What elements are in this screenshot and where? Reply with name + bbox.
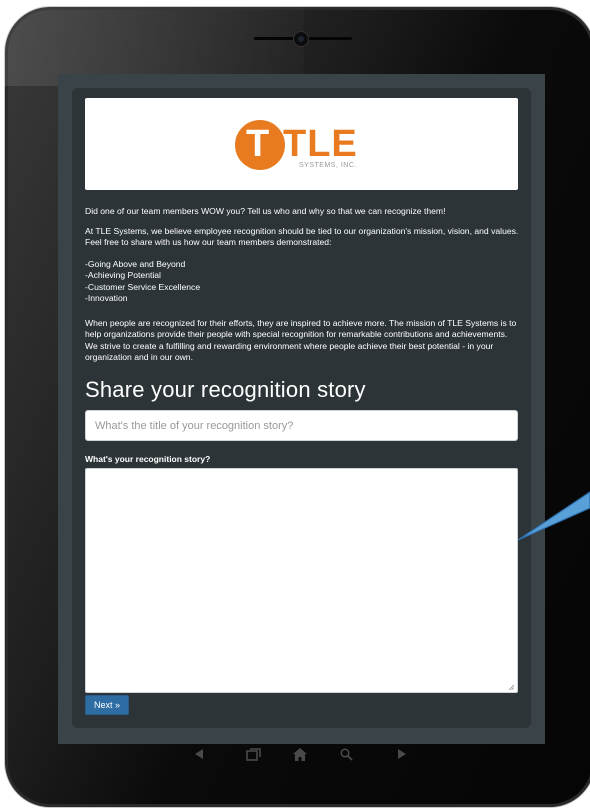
list-item: -Customer Service Excellence <box>85 281 201 292</box>
recent-apps-icon[interactable] <box>246 748 262 761</box>
back-icon[interactable] <box>193 748 205 760</box>
list-item: -Going Above and Beyond <box>85 259 186 269</box>
story-textarea[interactable] <box>85 468 518 693</box>
recognition-panel: T TLE SYSTEMS, INC. Did one of our team … <box>72 88 531 728</box>
logo-name: TLE <box>283 123 358 165</box>
page-title: Share your recognition story <box>85 377 366 402</box>
mission-statement: When people are recognized for their eff… <box>85 318 517 362</box>
intro-question: Did one of our team members WOW you? Tel… <box>85 206 446 216</box>
next-button[interactable]: Next » <box>85 695 130 715</box>
tablet-screen: T TLE SYSTEMS, INC. Did one of our team … <box>58 74 545 744</box>
logo-subtitle: SYSTEMS, INC. <box>299 162 357 169</box>
values-list: -Going Above and Beyond -Achieving Poten… <box>85 259 520 304</box>
forward-icon[interactable] <box>396 748 408 760</box>
search-icon[interactable] <box>340 748 353 761</box>
story-title-input[interactable] <box>85 410 518 441</box>
list-item: -Achieving Potential <box>85 270 161 281</box>
camera-icon <box>293 31 309 47</box>
tle-logo: T TLE SYSTEMS, INC. <box>235 118 375 178</box>
logo-banner: T TLE SYSTEMS, INC. <box>85 98 518 190</box>
list-item: -Innovation <box>85 292 128 303</box>
intro-values: At TLE Systems, we believe employee reco… <box>85 226 519 248</box>
logo-mark: T <box>246 123 270 165</box>
home-icon[interactable] <box>293 748 307 761</box>
story-label: What's your recognition story? <box>85 454 211 464</box>
